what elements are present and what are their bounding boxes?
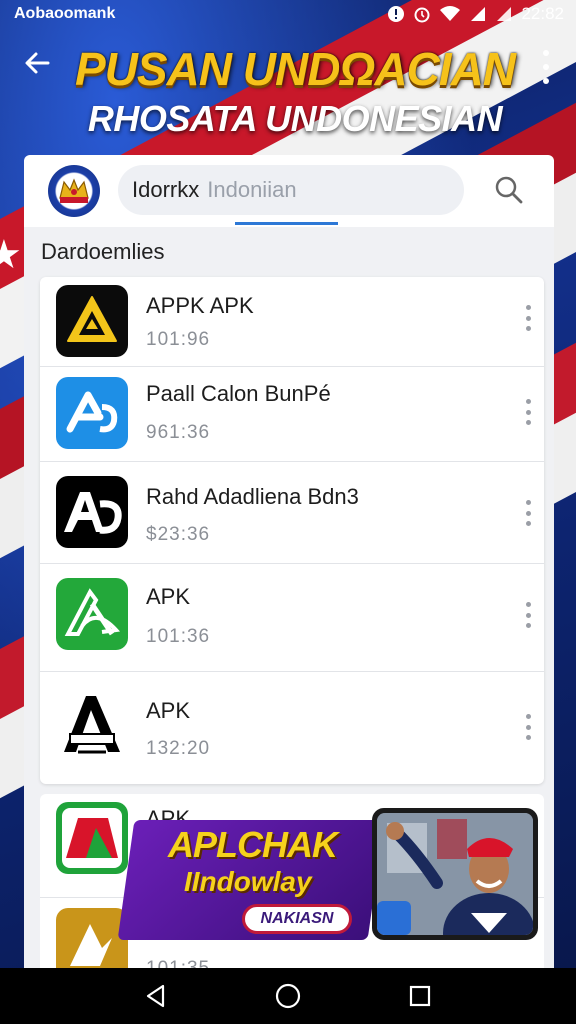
system-nav-bar [0, 968, 576, 1024]
more-options-icon[interactable] [524, 305, 532, 331]
clock: 22:82 [521, 4, 564, 23]
promo-subtitle: IIndowlay [184, 866, 312, 897]
list-item[interactable]: Paall Calon BunPé 961:36 [40, 367, 544, 462]
wifi-icon [440, 6, 461, 21]
status-icons: 22:82 [387, 4, 564, 24]
app-list: APPK APK 101:96 Paall Calon BunPé 961:36… [40, 277, 544, 784]
app-meta: 101:96 [146, 329, 211, 350]
alert-icon [388, 6, 405, 22]
search-bar: Idorrkx Indoniian [24, 155, 554, 227]
list-item[interactable]: APPK APK 101:96 [40, 277, 544, 367]
list-item[interactable]: Rahd Adadliena Bdn3 $23:36 [40, 462, 544, 564]
app-header: PUSAN UNDΩACIAN RHOSATA UNDONESIAN [0, 36, 576, 152]
black-a-icon [56, 690, 128, 762]
warning-triangle-icon [56, 285, 128, 357]
section-heading: Dardoemlies [41, 239, 165, 264]
app-store-icon [56, 377, 128, 449]
back-nav-icon[interactable] [136, 976, 176, 1016]
page-title: PUSAN UNDΩACIAN [74, 43, 516, 95]
promo-title: APLCHAK [168, 824, 338, 865]
promo-person-image [377, 813, 533, 935]
more-options-icon[interactable] [524, 602, 532, 628]
app-name: APK [146, 698, 191, 723]
page-subtitle: RHOSATA UNDONESIAN [87, 98, 503, 139]
overflow-menu-icon[interactable] [540, 50, 552, 84]
signal-icon [471, 7, 486, 21]
list-item[interactable]: APK 132:20 [40, 672, 544, 784]
home-nav-icon[interactable] [268, 976, 308, 1016]
promo-button[interactable]: NAKIASN [242, 904, 352, 934]
app-name: Rahd Adadliena Bdn3 [146, 484, 359, 509]
app-meta: 132:20 [146, 738, 211, 759]
search-focus-indicator [235, 222, 338, 225]
more-options-icon[interactable] [524, 714, 532, 740]
list-item[interactable]: APK 101:36 [40, 564, 544, 672]
more-options-icon[interactable] [524, 399, 532, 425]
promo-banner[interactable]: APLCHAK IIndowlay NAKIASN [117, 808, 538, 940]
search-input[interactable]: Idorrkx Indoniian [118, 165, 464, 215]
app-name: APPK APK [146, 293, 254, 318]
app-logo-icon[interactable] [48, 165, 100, 217]
more-options-icon[interactable] [524, 500, 532, 526]
alarm-icon [414, 7, 430, 23]
status-bar: Aobaoomank 22:82 [0, 0, 576, 28]
app-meta: 961:36 [146, 422, 211, 443]
app-name: APK [146, 584, 191, 609]
search-value: Idorrkx [132, 177, 200, 202]
signal-icon [497, 7, 512, 21]
red-green-icon [56, 802, 128, 874]
app-name: Paall Calon BunPé [146, 381, 331, 406]
promo-phone-image [372, 808, 538, 940]
recents-nav-icon[interactable] [400, 976, 440, 1016]
search-placeholder: Indoniian [207, 177, 297, 202]
back-arrow-icon[interactable] [22, 48, 62, 88]
app-meta: $23:36 [146, 524, 211, 545]
green-a-icon [56, 578, 128, 650]
app-meta: 101:36 [146, 626, 211, 647]
search-icon[interactable] [494, 175, 524, 205]
ap-logo-icon [56, 476, 128, 548]
carrier-label: Aobaoomank [14, 5, 116, 22]
star-icon: ★ [0, 232, 22, 278]
